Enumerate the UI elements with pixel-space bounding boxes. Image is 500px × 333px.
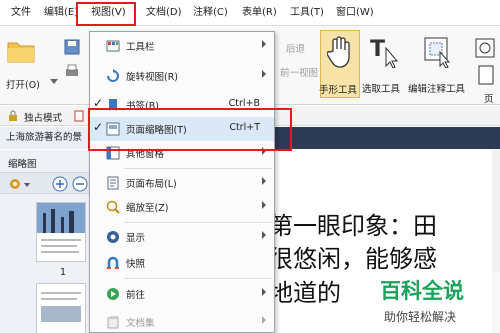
zoom-in-icon[interactable] (52, 176, 68, 192)
submenu-arrow-icon (262, 231, 266, 239)
menu-form[interactable]: 表单(R) (242, 6, 277, 20)
menu-item-label: 工具栏 (126, 42, 155, 53)
zoom-icon (106, 200, 120, 214)
menu-item-label: 页面布局(L) (126, 179, 177, 190)
watermark-graphic: 百科全说 助你轻松解决 (374, 272, 500, 333)
submenu-arrow-icon (262, 177, 266, 185)
page-number-label: 1 (60, 267, 67, 278)
submenu-arrow-icon (262, 316, 266, 324)
menu-item-label: 前往 (126, 290, 146, 301)
menu-separator (124, 278, 272, 279)
rotate-icon (107, 69, 119, 82)
menu-edit[interactable]: 编辑(E) (44, 6, 78, 20)
menu-separator (124, 168, 272, 169)
document-tab[interactable]: 上海旅游著名的景 (0, 127, 96, 149)
hand-tool-label: 手形工具 (319, 85, 358, 96)
menu-tools[interactable]: 工具(T) (290, 6, 324, 20)
menu-item-label: 快照 (126, 259, 146, 270)
page-icon[interactable] (476, 65, 496, 85)
select-tool-label: 选取工具 (362, 84, 401, 95)
thumbnail-preview (37, 203, 85, 253)
thumbnail-toolbar (0, 172, 90, 194)
display-icon (107, 231, 119, 243)
settings-dropdown-icon[interactable] (24, 183, 30, 187)
menu-item-display[interactable]: 显示 (90, 225, 274, 249)
document-icon[interactable] (74, 110, 84, 122)
edit-annotation-icon (424, 37, 451, 68)
menu-item-label: 旋转视图(R) (126, 72, 179, 83)
menu-separator (124, 222, 272, 223)
zoom-out-icon[interactable] (72, 176, 88, 192)
select-tool-button[interactable]: T 选取工具 (362, 30, 406, 98)
page-thumbnail-1[interactable] (36, 202, 86, 262)
menu-item-label: 文档集 (126, 318, 155, 329)
menu-item-snapshot[interactable]: 快照 (90, 251, 274, 275)
highlight-page-thumbnail-item (88, 108, 292, 151)
submenu-arrow-icon (262, 70, 266, 78)
folder-icon (7, 42, 35, 63)
menu-window[interactable]: 窗口(W) (336, 6, 374, 20)
menu-bar: 文件 编辑(E) 视图(V) 文档(D) 注释(C) 表单(R) 工具(T) 窗… (0, 0, 500, 26)
forward-view-label[interactable]: 前一视图 (280, 65, 318, 79)
back-label[interactable]: 后退 (286, 41, 305, 55)
open-label: 打开(O) (6, 80, 40, 91)
exclusive-mode-label[interactable]: 独占模式 (24, 110, 62, 124)
print-icon[interactable] (64, 63, 80, 79)
menu-file[interactable]: 文件 (11, 6, 31, 20)
hand-tool-button[interactable]: 手形工具 (319, 30, 360, 98)
open-button[interactable]: 打开(O) (4, 35, 40, 91)
page-thumbnail-2[interactable] (36, 283, 86, 333)
edit-annotation-tool-button[interactable]: 编辑注释工具 (408, 30, 468, 98)
submenu-arrow-icon (262, 201, 266, 209)
document-text-line-1: 第一眼印象：田 (269, 212, 437, 240)
submenu-arrow-icon (262, 40, 266, 48)
snapshot-icon (107, 256, 119, 269)
watermark-subtitle: 助你轻松解决 (384, 310, 456, 324)
toolbar-icon (106, 40, 120, 52)
hand-icon (327, 36, 350, 68)
page-layout-icon (107, 176, 119, 190)
menu-item-zoom-to[interactable]: 缩放至(Z) (90, 195, 274, 219)
menu-item-label: 缩放至(Z) (126, 203, 169, 214)
settings-icon[interactable] (8, 177, 22, 191)
thumbnail-panel-title: 缩略图 (8, 159, 37, 170)
watermark-logo: 百科全说 助你轻松解决 (374, 272, 500, 333)
document-tab-label: 上海旅游著名的景 (6, 132, 83, 143)
svg-text:T: T (370, 37, 385, 62)
highlight-view-menu (76, 2, 136, 26)
partial-label: 页 (484, 94, 494, 105)
doc-set-icon (107, 316, 119, 329)
menu-item-rotate-view[interactable]: 旋转视图(R) (90, 64, 274, 88)
save-icon[interactable] (64, 39, 80, 55)
thumbnail-preview-2 (41, 292, 81, 322)
menu-item-document-set[interactable]: 文档集 (90, 310, 274, 333)
text-select-icon: T (370, 37, 398, 68)
open-dropdown-icon[interactable] (50, 79, 58, 85)
menu-item-toolbar[interactable]: 工具栏 (90, 34, 274, 58)
goto-icon (107, 288, 119, 300)
thumbnail-panel: 缩略图 1 (0, 150, 90, 333)
edit-annotation-tool-label: 编辑注释工具 (408, 84, 466, 95)
lock-icon (9, 110, 17, 121)
view-menu-dropdown: 工具栏 旋转视图(R) ✓ 书签(B) Ctrl+B ✓ 页面缩略图(T) Ct… (89, 31, 275, 333)
menu-item-page-layout[interactable]: 页面布局(L) (90, 171, 274, 195)
menu-item-label: 显示 (126, 233, 146, 244)
menu-comment[interactable]: 注释(C) (193, 6, 228, 20)
submenu-arrow-icon (262, 288, 266, 296)
document-text-line-2: 很悠闲，能够感 (269, 245, 437, 273)
menu-item-go-to[interactable]: 前往 (90, 282, 274, 306)
menu-document[interactable]: 文档(D) (146, 6, 182, 20)
scan-icon[interactable] (474, 37, 496, 59)
watermark-title: 百科全说 (380, 279, 464, 303)
document-text-line-3: 地道的 (269, 279, 341, 307)
